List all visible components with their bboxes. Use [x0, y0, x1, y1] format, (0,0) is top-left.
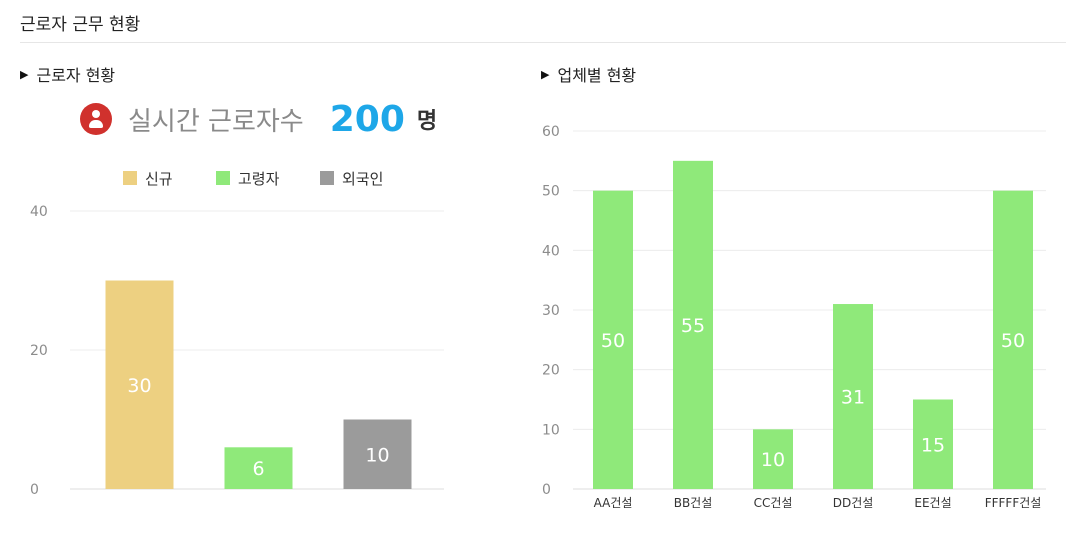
- data-label: 55: [681, 315, 705, 337]
- data-label: 15: [921, 434, 945, 456]
- y-tick-label: 60: [542, 124, 560, 140]
- x-tick-label: DD건설: [833, 496, 874, 510]
- y-tick-label: 40: [542, 243, 560, 259]
- x-tick-label: BB건설: [674, 496, 713, 510]
- x-tick-label: CC건설: [754, 496, 793, 510]
- data-label: 50: [601, 330, 625, 352]
- x-tick-label: EE건설: [914, 496, 951, 510]
- y-tick-label: 0: [542, 482, 551, 498]
- y-tick-label: 30: [542, 303, 560, 319]
- data-label: 10: [761, 449, 785, 471]
- y-tick-label: 20: [542, 363, 560, 379]
- y-tick-label: 10: [542, 422, 560, 438]
- y-tick-label: 50: [542, 184, 560, 200]
- x-tick-label: AA건설: [594, 496, 633, 510]
- data-label: 31: [841, 387, 865, 409]
- x-tick-label: FFFFF건설: [985, 496, 1042, 510]
- company-bar-chart: 0 10 20 30 40 50 60 50 AA건설 55 BB건설 10 CC건설 31 DD건설 15 E…: [542, 124, 1046, 510]
- data-label: 50: [1001, 330, 1025, 352]
